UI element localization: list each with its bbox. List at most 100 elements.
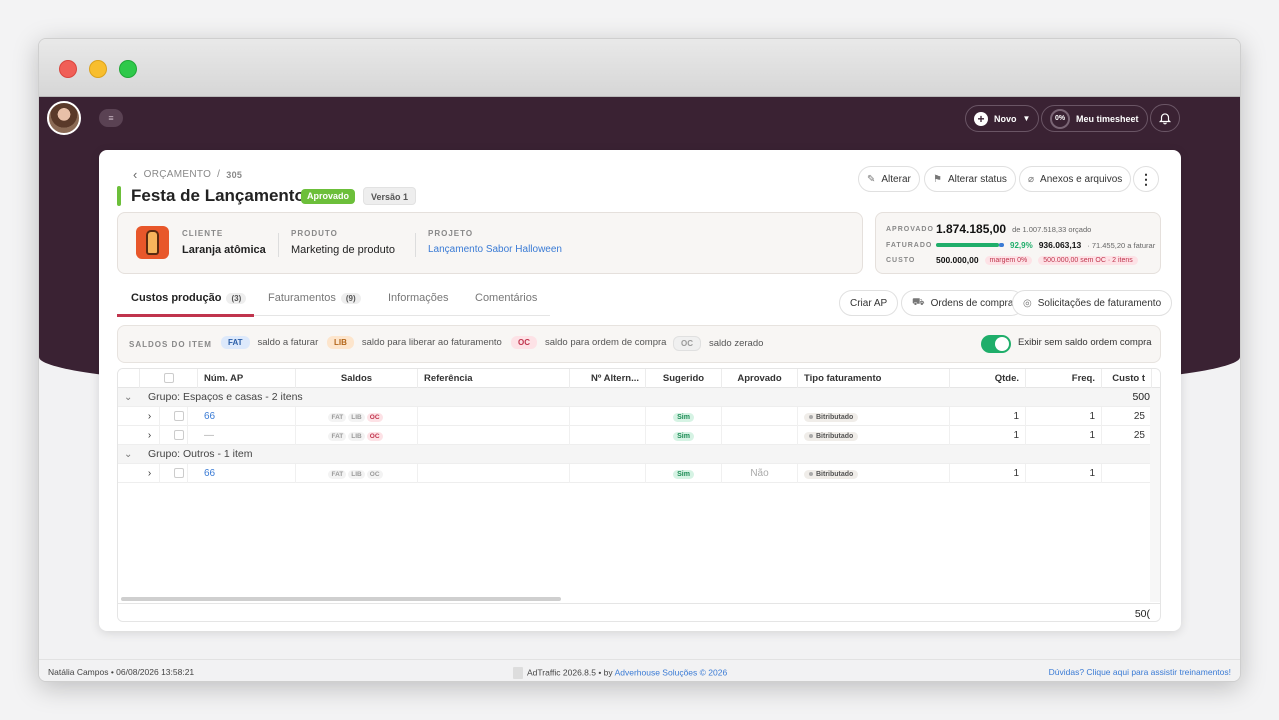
row-checkbox[interactable]	[168, 464, 188, 483]
user-avatar[interactable]	[47, 101, 81, 135]
change-status-button[interactable]: ⚑ Alterar status	[924, 166, 1016, 192]
chevron-right-icon[interactable]: ›	[140, 426, 160, 445]
more-options-button[interactable]: ⋮	[1133, 166, 1159, 192]
minimize-window-button[interactable]	[89, 60, 107, 78]
oc-text: saldo para ordem de compra	[545, 337, 667, 348]
budget-card: ‹ ORÇAMENTO / 305 Festa de Lançamento Ap…	[99, 150, 1181, 631]
close-window-button[interactable]	[59, 60, 77, 78]
col-sugerido[interactable]: Sugerido	[646, 369, 722, 388]
col-num-alternativo[interactable]: Nº Altern...	[570, 369, 646, 388]
ap-number: —	[198, 426, 296, 445]
tab-comentarios[interactable]: Comentários	[475, 292, 537, 304]
row-checkbox[interactable]	[168, 407, 188, 426]
approved-cell	[722, 426, 798, 445]
title-accent-bar	[117, 186, 121, 206]
new-button[interactable]: + Novo ▼	[965, 105, 1040, 132]
group-row[interactable]: ⌄ Grupo: Espaços e casas - 2 itens 500	[118, 388, 1160, 407]
production-costs-table: Núm. AP Saldos Referência Nº Altern... S…	[117, 368, 1161, 622]
create-ap-button[interactable]: Criar AP	[839, 290, 899, 316]
tab-custos-producao[interactable]: Custos produção (3)	[131, 292, 247, 304]
tab-label: Informações	[388, 292, 449, 304]
billed-value: 936.063,13	[1038, 240, 1082, 250]
billing-type-text: Bitributado	[816, 433, 854, 440]
help-link[interactable]: Dúvidas? Clique aqui para assistir trein…	[1049, 667, 1231, 677]
page-title: Festa de Lançamento	[131, 186, 305, 205]
browser-window: ≡ + Novo ▼ 0% Meu timesheet ‹ ORÇAMENTO …	[38, 38, 1241, 682]
oc-mini-chip: OC	[366, 413, 383, 422]
edit-button[interactable]: ✎ Alterar	[858, 166, 920, 192]
billed-progress-bar	[936, 243, 1004, 247]
show-no-balance-toggle[interactable]	[981, 335, 1011, 353]
oc-mini-chip: OC	[366, 432, 383, 441]
col-num-ap[interactable]: Núm. AP	[198, 369, 296, 388]
approved-cell	[722, 407, 798, 426]
product-field: PRODUTO Marketing de produto	[291, 229, 395, 256]
chevron-right-icon[interactable]: ›	[140, 407, 160, 426]
col-aprovado[interactable]: Aprovado	[722, 369, 798, 388]
col-referencia[interactable]: Referência	[418, 369, 570, 388]
billing-requests-button[interactable]: ◎ Solicitações de faturamento	[1012, 290, 1173, 316]
col-freq[interactable]: Freq.	[1026, 369, 1102, 388]
col-saldos[interactable]: Saldos	[296, 369, 418, 388]
saldos-title: SALDOS DO ITEM	[129, 340, 212, 349]
breadcrumb-number: 305	[226, 169, 243, 180]
footer-app-version: AdTraffic 2026.8.5 • by	[527, 667, 613, 678]
group-row[interactable]: ⌄ Grupo: Outros - 1 item	[118, 445, 1160, 464]
client-logo	[136, 226, 169, 259]
billing-type-text: Bitributado	[816, 471, 854, 478]
table-row[interactable]: › 66 FAT LIB OC Sim Bitributado 1 1 25	[118, 407, 1160, 426]
breadcrumb-section[interactable]: ORÇAMENTO	[144, 169, 212, 180]
menu-toggle-button[interactable]: ≡	[99, 109, 123, 127]
back-chevron-icon[interactable]: ‹	[133, 167, 138, 182]
legend-zero: OC saldo zerado	[673, 336, 763, 351]
fat-mini-chip: FAT	[328, 470, 347, 479]
tab-label: Custos produção	[131, 292, 222, 304]
horizontal-scrollbar[interactable]	[121, 597, 561, 601]
freq-cell: 1	[1026, 426, 1102, 445]
table-header: Núm. AP Saldos Referência Nº Altern... S…	[118, 369, 1160, 388]
suggested-badge: Sim	[673, 413, 694, 422]
table-row[interactable]: › 66 FAT LIB OC Sim Não Bitributado 1 1	[118, 464, 1160, 483]
attachments-button[interactable]: ⌀ Anexos e arquivos	[1019, 166, 1132, 192]
lib-mini-chip: LIB	[348, 432, 365, 441]
tab-informacoes[interactable]: Informações	[388, 292, 449, 304]
status-footer: Natália Campos • 06/08/2026 13:58:21 AdT…	[39, 659, 1240, 681]
approved-cell: Não	[722, 464, 798, 483]
approved-value: 1.874.185,00	[936, 222, 1007, 236]
purchase-orders-button[interactable]: ⛟ Ordens de compra	[901, 290, 1025, 316]
notifications-button[interactable]	[1150, 104, 1180, 132]
margin-pill: margem 0%	[984, 255, 1033, 265]
suggested-badge: Sim	[673, 432, 694, 441]
maximize-window-button[interactable]	[119, 60, 137, 78]
chevron-down-icon[interactable]: ⌄	[124, 388, 132, 407]
ap-number[interactable]: 66	[198, 407, 296, 426]
col-qtde[interactable]: Qtde.	[950, 369, 1026, 388]
qtde-cell: 1	[950, 407, 1026, 426]
tab-count: (3)	[226, 292, 247, 304]
col-tipo-faturamento[interactable]: Tipo faturamento	[798, 369, 950, 388]
project-link[interactable]: Lançamento Sabor Halloween	[428, 244, 562, 255]
cost-row: CUSTO 500.000,00 margem 0% 500.000,00 se…	[886, 255, 1138, 265]
tab-faturamentos[interactable]: Faturamentos (9)	[268, 292, 361, 304]
chevron-right-icon[interactable]: ›	[140, 464, 160, 483]
vertical-scrollbar[interactable]	[1150, 388, 1160, 602]
fat-mini-chip: FAT	[328, 432, 347, 441]
billed-note: · 71.455,20 a faturar	[1087, 240, 1156, 250]
suggested-badge: Sim	[673, 470, 694, 479]
timesheet-button[interactable]: 0% Meu timesheet	[1041, 105, 1148, 132]
lib-text: saldo para liberar ao faturamento	[361, 337, 502, 348]
version-badge[interactable]: Versão 1	[363, 187, 417, 205]
table-row[interactable]: › — FAT LIB OC Sim Bitributado 1 1 25	[118, 426, 1160, 445]
pencil-icon: ✎	[867, 173, 876, 185]
freq-cell: 1	[1026, 464, 1102, 483]
col-custo[interactable]: Custo t	[1102, 369, 1152, 388]
select-all-checkbox[interactable]	[140, 369, 198, 388]
footer-company-link[interactable]: Adverhouse Soluções © 2026	[615, 667, 728, 677]
qtde-cell: 1	[950, 464, 1026, 483]
cost-label: CUSTO	[886, 256, 916, 264]
row-checkbox[interactable]	[168, 426, 188, 445]
ap-number[interactable]: 66	[198, 464, 296, 483]
legend-fat: FAT saldo a faturar	[221, 336, 318, 349]
project-field: PROJETO Lançamento Sabor Halloween	[428, 229, 562, 255]
chevron-down-icon[interactable]: ⌄	[124, 445, 132, 464]
